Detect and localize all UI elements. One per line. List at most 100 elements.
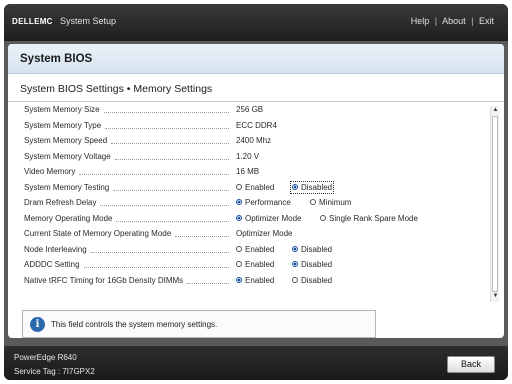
radio-option[interactable]: Enabled: [236, 245, 274, 254]
setting-value: Optimizer Mode: [236, 229, 293, 238]
dotted-leader: [115, 158, 229, 160]
radio-label: Disabled: [301, 244, 333, 254]
radio-label: Single Rank Spare Mode: [329, 213, 418, 223]
service-tag: Service Tag : 7I7GPX2: [14, 367, 95, 376]
app-title: System Setup: [60, 16, 117, 26]
radio-option[interactable]: Enabled: [236, 183, 274, 192]
radio-unselected-icon[interactable]: [236, 245, 242, 252]
system-model: PowerEdge R640: [14, 353, 77, 362]
settings-panel: System Memory Size 256 GB System Memory Ty…: [14, 102, 494, 306]
bottom-bar: PowerEdge R640 Service Tag : 7I7GPX2 Bac…: [4, 346, 508, 380]
radio-option[interactable]: Disabled: [292, 260, 332, 269]
setting-row[interactable]: Native tRFC Timing for 16Gb Density DIMM…: [24, 275, 484, 290]
setting-value: 256 GB: [236, 105, 264, 114]
radio-label: Optimizer Mode: [245, 213, 302, 223]
radio-unselected-icon[interactable]: [292, 276, 298, 283]
radio-option[interactable]: Disabled: [292, 276, 332, 285]
radio-option[interactable]: Enabled: [236, 260, 274, 269]
setting-label: Video Memory: [24, 167, 76, 176]
radio-option[interactable]: Minimum: [310, 198, 351, 207]
dotted-leader: [187, 282, 229, 284]
setting-value: ECC DDR4: [236, 120, 277, 130]
setting-label: Current State of Memory Operating Mode: [24, 229, 172, 238]
setting-row[interactable]: System Memory Testing Enabled Disabled: [24, 180, 484, 197]
setup-window: DELLEMC System Setup Help | About | Exit…: [4, 4, 508, 380]
dotted-leader: [113, 189, 229, 191]
dell-emc-logo: DELLEMC: [12, 17, 53, 26]
separator: |: [471, 16, 474, 26]
separator: |: [434, 16, 438, 26]
radio-selected-icon[interactable]: [236, 276, 242, 283]
setting-value: 1.20 V: [236, 151, 260, 161]
radio-label: Performance: [245, 198, 291, 207]
setting-row[interactable]: Node Interleaving Enabled Disabled: [24, 244, 484, 259]
setting-row[interactable]: Dram Refresh Delay Performance Minimum: [24, 197, 484, 212]
radio-selected-icon[interactable]: [292, 245, 298, 252]
dotted-leader: [91, 251, 229, 253]
setting-label: System Memory Type: [24, 120, 102, 130]
setting-label: System Memory Voltage: [24, 151, 111, 161]
dotted-leader: [104, 112, 229, 113]
radio-option[interactable]: Disabled: [292, 245, 332, 254]
radio-option[interactable]: Enabled: [236, 276, 274, 285]
scroll-thumb[interactable]: [492, 116, 498, 292]
info-icon: i: [30, 317, 45, 332]
page-title: System BIOS: [20, 53, 93, 65]
dotted-leader: [116, 220, 229, 222]
radio-label: Disabled: [301, 275, 333, 285]
radio-label: Disabled: [301, 182, 333, 192]
settings-scrollbar[interactable]: ▲ ▼: [490, 106, 499, 302]
radio-label: Minimum: [319, 198, 352, 207]
dotted-leader: [111, 143, 229, 144]
page-header: System BIOS: [8, 44, 504, 74]
radio-unselected-icon[interactable]: [236, 183, 242, 190]
dotted-leader: [79, 174, 229, 175]
radio-option[interactable]: Optimizer Mode: [236, 214, 301, 223]
radio-unselected-icon[interactable]: [320, 214, 326, 221]
top-links: Help | About | Exit: [411, 16, 494, 26]
setting-value: 16 MB: [236, 167, 260, 176]
setting-value: 2400 Mhz: [236, 136, 272, 145]
setting-row: System Memory Type ECC DDR4: [24, 120, 484, 135]
radio-option[interactable]: Single Rank Spare Mode: [320, 214, 418, 223]
help-box: i This field controls the system memory …: [22, 310, 376, 338]
setting-row: Current State of Memory Operating Mode Op…: [24, 228, 484, 243]
radio-label: Enabled: [245, 244, 275, 254]
radio-label: Disabled: [301, 260, 333, 269]
setting-label: System Memory Testing: [24, 182, 110, 192]
setting-row[interactable]: ADDDC Setting Enabled Disabled: [24, 259, 484, 274]
setting-row[interactable]: Memory Operating Mode Optimizer Mode Singl…: [24, 213, 484, 228]
setting-label: System Memory Size: [24, 105, 100, 114]
radio-unselected-icon[interactable]: [310, 199, 316, 205]
radio-label: Enabled: [245, 260, 275, 269]
radio-selected-icon[interactable]: [236, 199, 242, 205]
setting-label: System Memory Speed: [24, 136, 108, 145]
setting-label: Native tRFC Timing for 16Gb Density DIMM…: [24, 275, 184, 285]
about-link[interactable]: About: [442, 16, 466, 26]
radio-label: Enabled: [245, 182, 275, 192]
setting-row: System Memory Speed 2400 Mhz: [24, 135, 484, 150]
setting-label: Dram Refresh Delay: [24, 198, 97, 207]
back-button[interactable]: Back: [447, 356, 495, 373]
scroll-up-icon[interactable]: ▲: [492, 107, 499, 113]
setting-label: ADDDC Setting: [24, 260, 80, 269]
content-area: System BIOS System BIOS Settings • Memor…: [8, 44, 504, 338]
radio-label: Enabled: [245, 275, 275, 285]
radio-option[interactable]: Disabled: [289, 180, 335, 194]
breadcrumb: System BIOS Settings • Memory Settings: [20, 83, 213, 95]
top-bar: DELLEMC System Setup Help | About | Exit: [4, 4, 508, 41]
setting-row: System Memory Size 256 GB: [24, 104, 484, 119]
radio-selected-icon[interactable]: [292, 183, 298, 190]
setting-label: Memory Operating Mode: [24, 213, 113, 223]
dotted-leader: [105, 127, 229, 129]
radio-unselected-icon[interactable]: [236, 261, 242, 267]
setting-row: System Memory Voltage 1.20 V: [24, 151, 484, 166]
scroll-down-icon[interactable]: ▼: [492, 293, 499, 299]
radio-selected-icon[interactable]: [236, 214, 242, 221]
help-link[interactable]: Help: [411, 16, 430, 26]
exit-link[interactable]: Exit: [479, 16, 494, 26]
radio-option[interactable]: Performance: [236, 198, 291, 207]
setting-label: Node Interleaving: [24, 244, 87, 254]
dotted-leader: [175, 236, 229, 237]
radio-selected-icon[interactable]: [292, 261, 298, 267]
